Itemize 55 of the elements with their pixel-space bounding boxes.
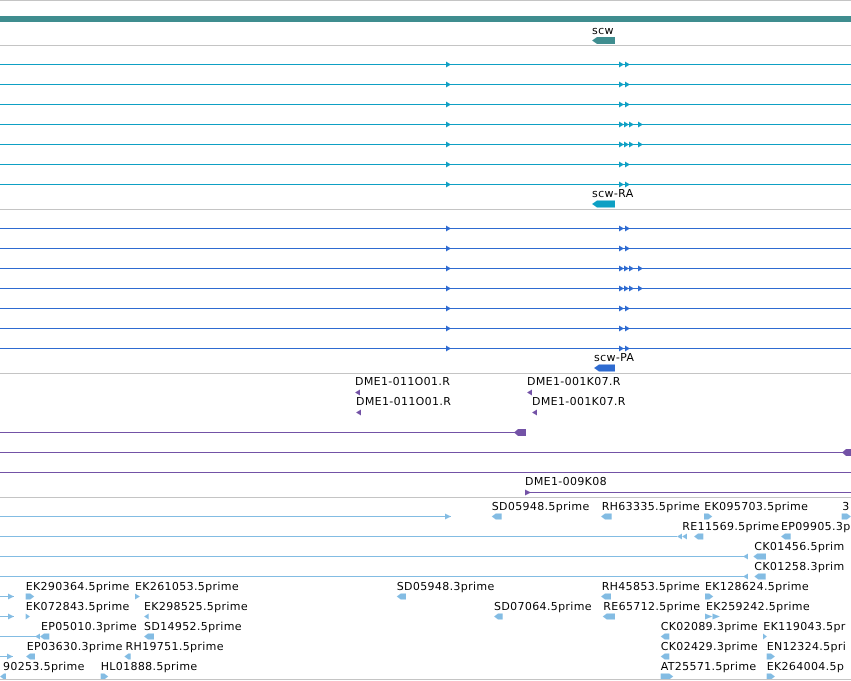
feature-label: EP05010.3prime [41,620,138,632]
feature-label: EN12324.5pri [766,640,846,652]
feature-label: EK128624.5prime [705,580,809,592]
feature-label: DME1-001K07.R [527,375,621,388]
feature-label: SD05948.5prime [492,500,590,512]
feature-label: EK119043.5pr [763,620,846,632]
feature-label: SD07064.5prime [494,600,592,612]
feature-label: 90253.5prime [3,660,85,672]
feature-label: CK01456.5prim [754,540,845,552]
feature-label: RE65712.5prime [603,600,700,612]
arrowhead-icon [446,246,451,252]
arrowhead-icon [446,182,451,188]
feature-label: scw-RA [592,187,634,200]
arrowhead-icon [446,162,451,168]
feature-label: scw-PA [594,351,634,364]
arrowhead-icon [446,82,451,88]
feature-label: 3 [842,500,850,512]
feature-label: scw [592,24,614,37]
feature-line [0,654,13,660]
feature-label: EK298525.5prime [144,600,248,612]
feature-label: EK264004.5p [766,660,844,672]
feature-label: RE11569.5prime [682,520,780,532]
arrowhead-icon [446,266,451,272]
arrowhead-icon [446,142,451,148]
feature-label: AT25571.5prime [660,660,757,672]
feature-line [0,594,14,600]
arrowhead-icon [446,346,451,352]
arrowhead-icon [446,122,451,128]
feature-label: EK290364.5prime [26,580,130,592]
arrowhead-icon [446,102,451,108]
feature-label: DME1-011O01.R [355,375,450,388]
arrowhead-icon [446,326,451,332]
arrowhead-icon [446,62,451,68]
feature-label: DME1-009K08 [525,475,607,488]
feature-label: EK261053.5prime [135,580,239,592]
feature-label: CK02089.3prime [660,620,758,632]
feature-label: EP09905.3p [781,520,851,532]
feature-label: DME1-001K07.R [532,395,626,408]
feature-label: EK259242.5prime [706,600,810,612]
feature-label: SD05948.3prime [396,580,495,592]
feature-label: RH45853.5prime [602,580,700,592]
feature-label: CK02429.3prime [660,640,758,652]
feature-label: EP03630.3prime [26,640,123,652]
feature-label: SD14952.5prime [144,620,242,632]
feature-label: EK072843.5prime [26,600,130,612]
arrowhead-icon [446,286,451,292]
feature-label: RH19751.5prime [126,640,224,652]
arrowhead-icon [446,226,451,232]
feature-label: DME1-011O01.R [356,395,452,408]
feature-line [0,614,14,620]
feature-label: RH63335.5prime [602,500,700,512]
feature-label: CK01258.3prim [754,560,845,572]
feature-label: HL01888.5prime [100,660,198,672]
feature-label: EK095703.5prime [704,500,808,512]
arrowhead-icon [446,306,451,312]
